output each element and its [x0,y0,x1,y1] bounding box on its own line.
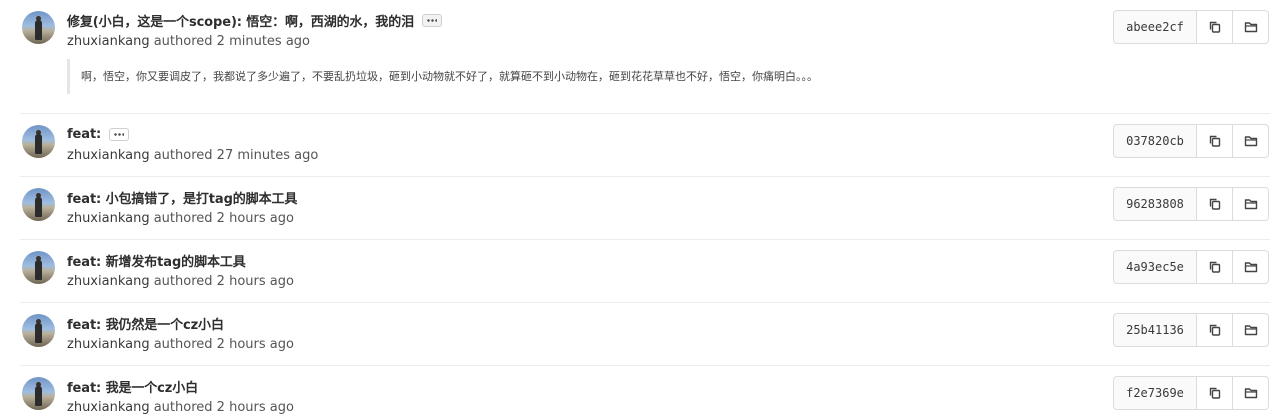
browse-files-button[interactable] [1233,124,1269,158]
ellipsis-icon [114,132,125,136]
authored-label: authored [153,337,213,352]
commit-description: 啊，悟空，你又要调皮了，我都说了多少遍了，不要乱扔垃圾，砸到小动物就不好了，就算… [67,59,1257,94]
commit-actions: abeee2cf [1113,10,1269,44]
commit-meta: zhuxiankang authored 2 minutes ago [67,34,310,49]
commit-sha-button[interactable]: f2e7369e [1113,376,1197,410]
copy-sha-button[interactable] [1197,124,1233,158]
copy-icon [1209,261,1220,273]
commit-title[interactable]: feat: 新增发布tag的脚本工具 [67,251,246,270]
commit-meta: zhuxiankang authored 27 minutes ago [67,148,318,163]
avatar[interactable] [22,188,55,221]
commit-meta: zhuxiankang authored 2 hours ago [67,400,294,415]
commit-time: 2 minutes ago [216,34,311,49]
authored-label: authored [153,274,213,289]
copy-sha-button[interactable] [1197,187,1233,221]
avatar[interactable] [22,314,55,347]
authored-label: authored [153,34,213,49]
copy-icon [1209,387,1220,399]
commit-actions: 96283808 [1113,187,1269,221]
commit-sha-button[interactable]: 96283808 [1113,187,1197,221]
toggle-description-button[interactable] [422,13,443,27]
folder-icon [1244,262,1257,273]
commit-title[interactable]: 修复(小白，这是一个scope): 悟空：啊，西湖的水，我的泪 [67,11,414,30]
divider [20,113,1270,114]
commit-author-link[interactable]: zhuxiankang [67,274,150,289]
copy-icon [1209,135,1220,147]
commit-author-link[interactable]: zhuxiankang [67,34,150,49]
authored-label: authored [153,400,213,415]
commit-time: 2 hours ago [216,337,294,352]
commit-author-link[interactable]: zhuxiankang [67,400,150,415]
browse-files-button[interactable] [1233,10,1269,44]
commit-title[interactable]: feat: [67,127,101,142]
commit-time: 2 hours ago [216,211,294,226]
copy-sha-button[interactable] [1197,313,1233,347]
copy-sha-button[interactable] [1197,376,1233,410]
browse-files-button[interactable] [1233,376,1269,410]
browse-files-button[interactable] [1233,313,1269,347]
commit-actions: f2e7369e [1113,376,1269,410]
browse-files-button[interactable] [1233,187,1269,221]
commit-time: 2 hours ago [216,400,294,415]
commit-author-link[interactable]: zhuxiankang [67,148,150,163]
commit-list: 修复(小白，这是一个scope): 悟空：啊，西湖的水，我的泪 zhuxiank… [0,0,1282,420]
copy-icon [1209,21,1220,33]
folder-icon [1244,136,1257,147]
avatar[interactable] [22,377,55,410]
commit-sha-button[interactable]: 4a93ec5e [1113,250,1197,284]
divider [20,365,1270,366]
browse-files-button[interactable] [1233,250,1269,284]
avatar[interactable] [22,11,55,44]
toggle-description-button[interactable] [109,127,130,141]
folder-icon [1244,22,1257,33]
copy-sha-button[interactable] [1197,250,1233,284]
avatar[interactable] [22,125,55,158]
commit-author-link[interactable]: zhuxiankang [67,211,150,226]
commit-meta: zhuxiankang authored 2 hours ago [67,274,294,289]
commit-meta: zhuxiankang authored 2 hours ago [67,337,294,352]
authored-label: authored [153,148,213,163]
copy-icon [1209,324,1220,336]
authored-label: authored [153,211,213,226]
divider [20,302,1270,303]
copy-sha-button[interactable] [1197,10,1233,44]
folder-icon [1244,199,1257,210]
divider [20,176,1270,177]
commit-title[interactable]: feat: 我仍然是一个cz小白 [67,314,224,333]
divider [20,239,1270,240]
copy-icon [1209,198,1220,210]
commit-actions: 4a93ec5e [1113,250,1269,284]
commit-time: 2 hours ago [216,274,294,289]
commit-title[interactable]: feat: 小包搞错了，是打tag的脚本工具 [67,188,297,207]
folder-icon [1244,388,1257,399]
commit-actions: 25b41136 [1113,313,1269,347]
commit-time: 27 minutes ago [216,148,319,163]
commit-title[interactable]: feat: 我是一个cz小白 [67,377,198,396]
commit-sha-button[interactable]: 25b41136 [1113,313,1197,347]
commit-actions: 037820cb [1113,124,1269,158]
avatar[interactable] [22,251,55,284]
commit-sha-button[interactable]: abeee2cf [1113,10,1197,44]
ellipsis-icon [427,18,438,22]
commit-author-link[interactable]: zhuxiankang [67,337,150,352]
folder-icon [1244,325,1257,336]
commit-sha-button[interactable]: 037820cb [1113,124,1197,158]
commit-meta: zhuxiankang authored 2 hours ago [67,211,294,226]
